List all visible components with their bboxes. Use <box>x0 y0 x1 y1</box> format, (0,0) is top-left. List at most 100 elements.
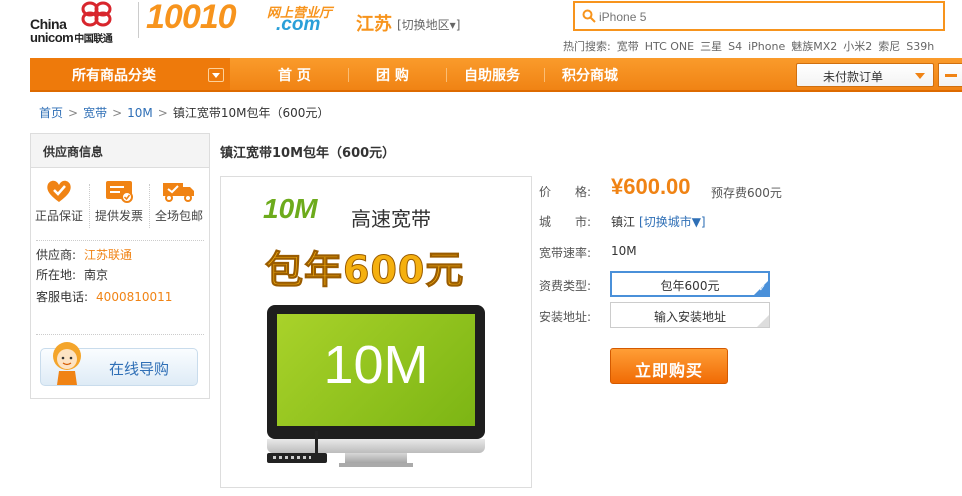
buy-now-button[interactable]: 立即购买 <box>610 348 728 384</box>
fee-type-label: 资费类型: <box>539 279 592 293</box>
search-icon <box>582 9 596 23</box>
main-nav: 所有商品分类 首 页 团 购 自助服务 积分商城 未付款订单 <box>30 58 962 92</box>
unicom-knot-logo-icon <box>81 1 112 27</box>
supplier-name-label: 供应商: <box>36 248 77 262</box>
divider <box>36 334 204 335</box>
hot-search-item[interactable]: 索尼 <box>878 40 900 53</box>
city-switch-link[interactable]: [切换城市▼] <box>639 215 706 229</box>
hot-search-label: 热门搜索: <box>563 40 611 53</box>
breadcrumb-broadband[interactable]: 宽带 <box>83 106 107 120</box>
hot-search-item[interactable]: HTC ONE <box>645 40 694 53</box>
address-input-option[interactable]: 输入安装地址 <box>610 302 770 328</box>
router-icon <box>267 431 327 463</box>
image-speed-big: 10M <box>263 193 318 224</box>
search-input[interactable] <box>599 7 899 27</box>
hotline-label: 客服电话: <box>36 290 89 304</box>
image-speed-text: 高速宽带 <box>351 207 431 231</box>
screen-speed-text: 10M <box>323 335 429 395</box>
logo-divider <box>138 2 139 38</box>
address-label: 安装地址: <box>539 310 592 324</box>
monitor-screen: 10M <box>277 314 475 426</box>
logo-unicom-en: unicom <box>30 30 74 45</box>
hotline-row: 客服电话: 4000810011 <box>36 288 172 305</box>
badge-genuine-label: 正品保证 <box>34 209 83 223</box>
nav-divider <box>544 68 545 82</box>
check-icon: ✓ <box>758 284 766 294</box>
badge-free-shipping: 全场包邮 <box>151 178 207 224</box>
divider <box>36 240 204 241</box>
badge-invoice-label: 提供发票 <box>94 209 143 223</box>
location-label: 所在地: <box>36 268 77 282</box>
truck-icon <box>163 183 194 202</box>
monitor-chin <box>267 439 485 453</box>
price-value: ¥600.00 <box>611 174 691 199</box>
online-guide-label: 在线导购 <box>109 360 170 378</box>
genuine-heart-icon <box>47 180 71 202</box>
supplier-name-row: 供应商: 江苏联通 <box>36 246 132 263</box>
badge-invoice: 提供发票 <box>91 178 147 224</box>
header: China unicom中国联通 10010 网上营业厅 .com 江苏 [切换… <box>0 0 962 58</box>
badge-free-shipping-label: 全场包邮 <box>154 209 203 223</box>
breadcrumb: 首页 > 宽带 >10M > 镇江宽带10M包年（600元） <box>39 104 329 121</box>
hot-search-item[interactable]: 魅族MX2 <box>791 40 837 53</box>
logo-unicom-text: unicom中国联通 <box>30 30 113 45</box>
badge-divider <box>89 184 90 228</box>
logo-unicom-cn: 中国联通 <box>74 34 113 45</box>
speed-label: 宽带速率: <box>539 246 592 260</box>
nav-points-mall[interactable]: 积分商城 <box>562 65 618 85</box>
nav-group-buy[interactable]: 团 购 <box>376 65 409 85</box>
hot-search-item[interactable]: 三星 <box>700 40 722 53</box>
hot-search-item[interactable]: S4 <box>728 40 742 53</box>
nav-divider <box>348 68 349 82</box>
caret-down-icon <box>915 73 925 84</box>
online-guide-button[interactable]: 在线导购 <box>40 342 198 386</box>
badge-genuine: 正品保证 <box>31 178 87 224</box>
product-title: 镇江宽带10M包年（600元） <box>220 146 396 161</box>
chevron-down-icon <box>208 68 224 82</box>
breadcrumb-home[interactable]: 首页 <box>39 106 63 120</box>
hot-search-item[interactable]: 宽带 <box>617 40 639 53</box>
fee-option-label: 包年600元 <box>660 279 720 293</box>
fee-option-annual[interactable]: 包年600元 ✓ <box>610 271 770 297</box>
city-row: 镇江 [切换城市▼] <box>611 213 706 230</box>
logo-domain: .com <box>276 14 321 35</box>
deposit-text: 预存费600元 <box>711 186 782 200</box>
hot-search-item[interactable]: iPhone <box>748 40 785 53</box>
search-box[interactable] <box>573 1 945 31</box>
supplier-panel-title: 供应商信息 <box>31 134 209 168</box>
monitor-illustration: 10M <box>267 305 485 439</box>
unpaid-orders-label: 未付款订单 <box>823 70 884 84</box>
city-label: 城 市: <box>539 215 592 229</box>
breadcrumb-10m[interactable]: 10M <box>127 106 153 120</box>
price-label: 价 格: <box>539 185 592 199</box>
monitor-base <box>339 463 413 467</box>
breadcrumb-separator: > <box>112 106 123 120</box>
region-switch-link[interactable]: [切换地区▾] <box>397 16 460 33</box>
city-value: 镇江 <box>611 215 636 229</box>
hotline-value: 4000810011 <box>96 290 173 304</box>
cart-icon[interactable] <box>938 63 962 87</box>
breadcrumb-current: 镇江宽带10M包年（600元） <box>172 106 330 120</box>
location-row: 所在地: 南京 <box>36 266 108 283</box>
router-lights <box>273 456 311 459</box>
hot-search-item[interactable]: 小米2 <box>843 40 872 53</box>
category-menu[interactable]: 所有商品分类 <box>30 58 230 90</box>
supplier-name-value[interactable]: 江苏联通 <box>84 248 132 262</box>
logo-10010[interactable]: 10010 <box>146 0 237 37</box>
nav-divider <box>446 68 447 82</box>
nav-home[interactable]: 首 页 <box>278 65 311 85</box>
speed-value: 10M <box>611 244 637 258</box>
address-option-label: 输入安装地址 <box>653 310 726 324</box>
unpaid-orders-dropdown[interactable]: 未付款订单 <box>796 63 934 87</box>
product-image: 10M 高速宽带 包年600元 10M <box>220 176 532 488</box>
category-menu-label: 所有商品分类 <box>72 68 156 84</box>
badge-divider <box>149 184 150 228</box>
breadcrumb-separator: > <box>68 106 79 120</box>
hot-search: 热门搜索: 宽带 HTC ONE 三星 S4 iPhone 魅族MX2 小米2 索尼 S39h <box>563 38 940 54</box>
service-badges: 正品保证 提供发票 全场包邮 <box>31 178 209 230</box>
nav-self-service[interactable]: 自助服务 <box>464 65 520 85</box>
location-value: 南京 <box>84 268 109 282</box>
hot-search-item[interactable]: S39h <box>906 40 934 53</box>
current-region: 江苏 <box>356 14 392 35</box>
image-year-text: 包年600元 <box>264 248 465 293</box>
